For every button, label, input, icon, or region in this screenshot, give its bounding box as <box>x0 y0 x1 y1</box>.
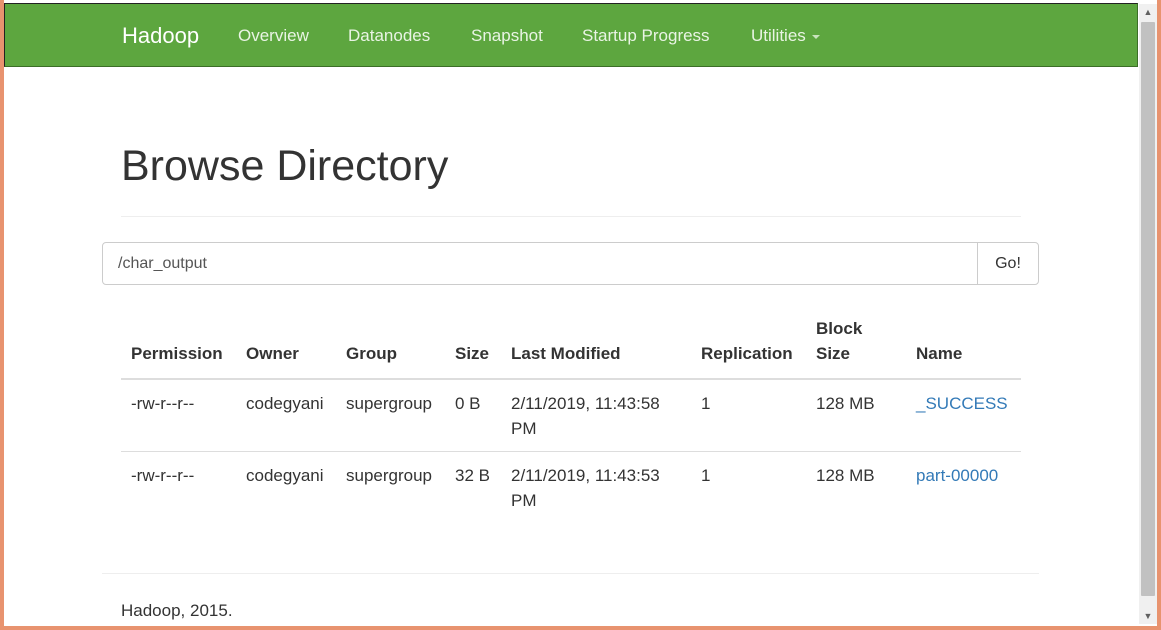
column-header-owner[interactable]: Owner <box>236 308 336 380</box>
cell-permission: -rw-r--r-- <box>121 451 236 523</box>
column-header-replication[interactable]: Replication <box>691 308 806 380</box>
directory-path-input[interactable] <box>102 242 978 285</box>
column-header-last-modified[interactable]: Last Modified <box>501 308 691 380</box>
nav-datanodes[interactable]: Datanodes <box>348 26 430 46</box>
title-divider <box>121 216 1021 217</box>
nav-overview[interactable]: Overview <box>238 26 309 46</box>
top-navbar: Hadoop Overview Datanodes Snapshot Start… <box>4 3 1138 67</box>
nav-utilities-label: Utilities <box>751 26 806 45</box>
chevron-down-icon <box>811 34 820 39</box>
cell-block-size: 128 MB <box>806 451 906 523</box>
footer-divider <box>102 573 1039 574</box>
cell-name: part-00000 <box>906 451 1021 523</box>
table-row: -rw-r--r-- codegyani supergroup 0 B 2/11… <box>121 379 1021 452</box>
scrollbar-thumb[interactable] <box>1141 22 1155 596</box>
cell-last-modified: 2/11/2019, 11:43:53 PM <box>501 451 691 523</box>
cell-name: _SUCCESS <box>906 379 1021 452</box>
column-header-permission[interactable]: Permission <box>121 308 236 380</box>
file-link-success[interactable]: _SUCCESS <box>916 394 1008 413</box>
page-title: Browse Directory <box>121 142 449 190</box>
brand-link[interactable]: Hadoop <box>122 23 199 49</box>
vertical-scrollbar[interactable]: ▲ ▼ <box>1139 4 1157 624</box>
cell-block-size: 128 MB <box>816 394 875 413</box>
directory-path-form: Go! <box>102 242 1039 285</box>
scroll-down-arrow-icon[interactable]: ▼ <box>1139 608 1157 624</box>
cell-size: 32 B <box>445 451 501 523</box>
cell-group: supergroup <box>346 394 433 413</box>
table-header-row: Permission Owner Group Size Last Modifie… <box>121 308 1021 380</box>
table-row: -rw-r--r-- codegyani supergroup 32 B 2/1… <box>121 451 1021 523</box>
nav-snapshot[interactable]: Snapshot <box>471 26 543 46</box>
file-listing-table: Permission Owner Group Size Last Modifie… <box>121 308 1021 523</box>
column-header-group[interactable]: Group <box>336 308 445 380</box>
cell-permission: -rw-r--r-- <box>131 394 195 413</box>
cell-size: 0 B <box>455 394 481 413</box>
cell-replication: 1 <box>701 394 711 413</box>
nav-startup-progress[interactable]: Startup Progress <box>582 26 710 46</box>
footer-copyright: Hadoop, 2015. <box>121 601 233 620</box>
cell-owner: codegyani <box>246 394 324 413</box>
cell-replication: 1 <box>691 451 806 523</box>
column-header-block-size[interactable]: Block Size <box>806 308 906 380</box>
nav-utilities-dropdown[interactable]: Utilities <box>751 26 820 46</box>
scroll-up-arrow-icon[interactable]: ▲ <box>1139 4 1157 20</box>
column-header-name[interactable]: Name <box>906 308 1021 380</box>
column-header-size[interactable]: Size <box>445 308 501 380</box>
cell-group: supergroup <box>336 451 445 523</box>
file-link-part-00000[interactable]: part-00000 <box>916 466 998 485</box>
cell-owner: codegyani <box>236 451 336 523</box>
cell-last-modified: 2/11/2019, 11:43:58 PM <box>511 394 660 438</box>
go-button[interactable]: Go! <box>977 242 1039 285</box>
